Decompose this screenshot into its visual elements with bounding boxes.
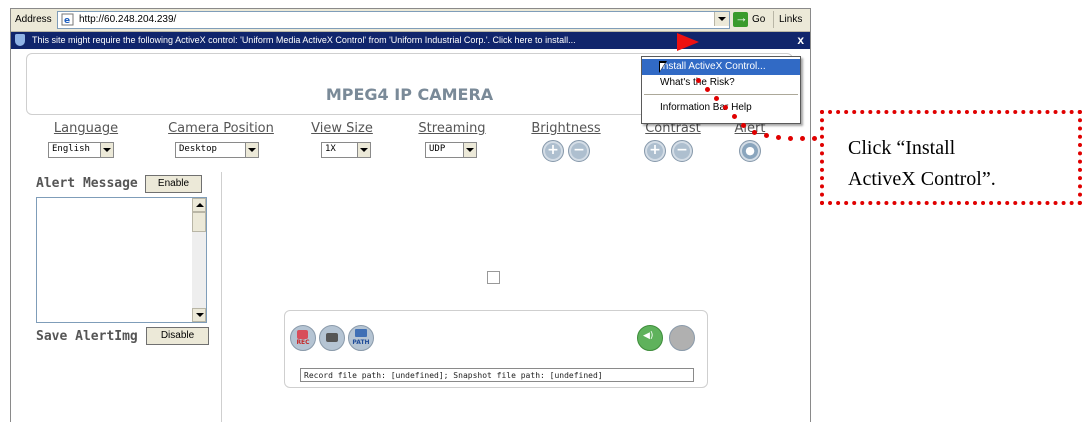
go-label: Go	[752, 14, 766, 25]
connector-dot	[696, 78, 701, 83]
annotation-line-1: Click “Install	[848, 137, 956, 159]
connector-dot	[776, 135, 781, 140]
microphone-button[interactable]	[669, 325, 695, 351]
scrollbar[interactable]	[192, 198, 206, 322]
connector-dot	[741, 123, 746, 128]
alert-message-textarea[interactable]	[36, 197, 207, 323]
address-dropdown-icon[interactable]	[714, 12, 729, 26]
view-size-group: View Size	[298, 121, 386, 136]
brightness-label: Brightness	[531, 121, 601, 136]
view-size-select[interactable]: 1X	[321, 142, 371, 158]
alert-panel: Alert Message Enable Save AlertImg Disab…	[26, 172, 222, 422]
streaming-value: UDP	[429, 144, 446, 154]
chevron-down-icon	[357, 143, 370, 157]
minus-icon: −	[573, 142, 585, 158]
infobar-message[interactable]: This site might require the following Ac…	[32, 35, 632, 45]
annotation-text: Click “Install ActiveX Control”.	[848, 133, 1078, 195]
streaming-label[interactable]: Streaming	[408, 121, 496, 136]
menu-separator	[644, 94, 798, 95]
camera-icon	[326, 333, 338, 342]
rec-label: REC	[296, 339, 310, 346]
speaker-button[interactable]	[637, 325, 663, 351]
connector-dot	[764, 133, 769, 138]
activex-placeholder-icon	[487, 271, 500, 284]
language-group: Language	[46, 121, 126, 136]
address-label: Address	[15, 14, 52, 25]
scroll-up-icon[interactable]	[192, 198, 206, 212]
snapshot-button[interactable]	[319, 325, 345, 351]
connector-dot	[714, 96, 719, 101]
language-value: English	[52, 144, 90, 154]
minus-icon: −	[676, 142, 688, 158]
contrast-plus-button[interactable]: +	[644, 140, 666, 162]
ie-page-icon: e	[61, 13, 74, 26]
plus-icon: +	[547, 142, 559, 158]
video-controls-panel: REC PATH Record file path: [undefined]; …	[284, 310, 708, 388]
annotation-line-2: ActiveX Control”.	[848, 168, 996, 190]
address-input[interactable]: e http://60.248.204.239/	[57, 11, 730, 29]
path-button[interactable]: PATH	[348, 325, 374, 351]
address-bar: Address e http://60.248.204.239/ Go Link…	[11, 9, 810, 32]
alert-button[interactable]: ●	[739, 140, 761, 162]
svg-text:e: e	[64, 16, 70, 26]
brightness-group: Brightness	[522, 121, 610, 136]
brightness-minus-button[interactable]: −	[568, 140, 590, 162]
connector-dot	[812, 136, 817, 141]
close-icon[interactable]: x	[797, 33, 804, 47]
connector-dot	[800, 136, 805, 141]
file-path-display: Record file path: [undefined]; Snapshot …	[300, 368, 694, 382]
connector-dot	[705, 87, 710, 92]
camera-toolbar: Language English Camera Position Desktop…	[26, 121, 791, 169]
record-button[interactable]: REC	[290, 325, 316, 351]
folder-icon	[355, 329, 367, 337]
chevron-down-icon	[100, 143, 113, 157]
record-icon	[297, 330, 308, 339]
path-label: PATH	[352, 339, 370, 346]
save-alertimg-label: Save AlertImg	[36, 329, 138, 344]
red-arrow-icon	[677, 33, 699, 51]
camera-position-group: Camera Position	[156, 121, 286, 136]
camera-position-label[interactable]: Camera Position	[156, 121, 286, 136]
streaming-select[interactable]: UDP	[425, 142, 477, 158]
streaming-group: Streaming	[408, 121, 496, 136]
go-arrow-icon	[733, 10, 748, 27]
chevron-down-icon	[245, 143, 258, 157]
language-label[interactable]: Language	[46, 121, 126, 136]
plus-icon: +	[649, 142, 661, 158]
contrast-minus-button[interactable]: −	[671, 140, 693, 162]
chevron-down-icon	[463, 143, 476, 157]
view-size-label[interactable]: View Size	[298, 121, 386, 136]
connector-dot	[723, 105, 728, 110]
camera-position-value: Desktop	[179, 144, 217, 154]
annotation-callout: Click “Install ActiveX Control”.	[820, 110, 1082, 205]
alert-message-label: Alert Message	[36, 176, 138, 191]
menu-item-information-bar-help[interactable]: Information Bar Help	[642, 100, 800, 116]
menu-item-whats-the-risk[interactable]: What's the Risk?	[642, 75, 800, 91]
language-select[interactable]: English	[48, 142, 114, 158]
enable-button[interactable]: Enable	[145, 175, 202, 193]
links-button[interactable]: Links	[779, 14, 802, 25]
brightness-plus-button[interactable]: +	[542, 140, 564, 162]
browser-window: Address e http://60.248.204.239/ Go Link…	[10, 8, 811, 422]
view-size-value: 1X	[325, 144, 336, 154]
disable-button[interactable]: Disable	[146, 327, 209, 345]
alert-icon: ●	[745, 144, 755, 157]
camera-position-select[interactable]: Desktop	[175, 142, 259, 158]
address-separator	[773, 11, 774, 28]
address-url: http://60.248.204.239/	[79, 14, 177, 25]
connector-dot	[732, 114, 737, 119]
scroll-thumb[interactable]	[192, 212, 206, 232]
shield-icon	[15, 34, 25, 46]
scroll-down-icon[interactable]	[192, 308, 206, 322]
connector-dot	[788, 136, 793, 141]
connector-dot	[752, 130, 757, 135]
